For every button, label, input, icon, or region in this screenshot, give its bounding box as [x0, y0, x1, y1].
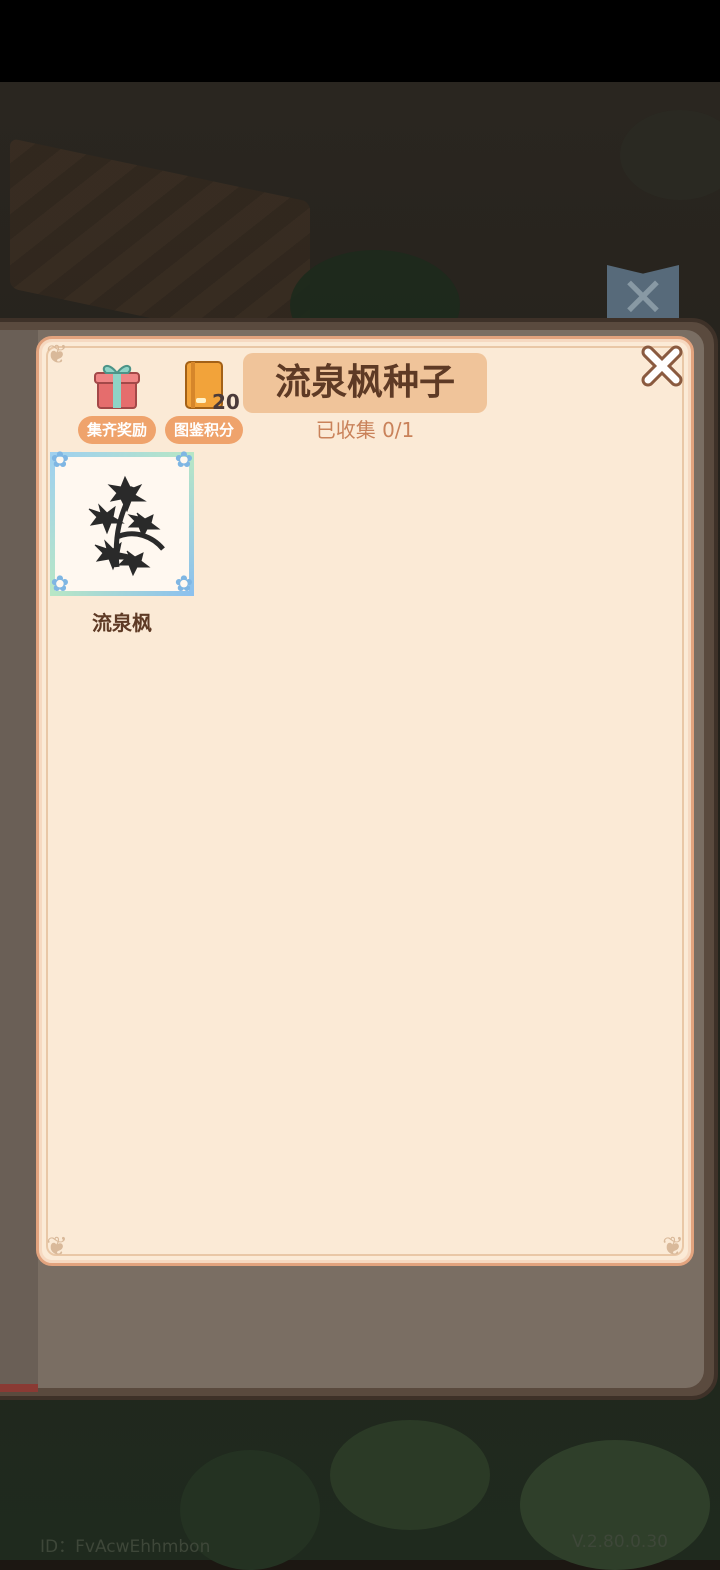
corner-ornament-icon: ❦: [46, 340, 68, 370]
corner-ornament-icon: ❦: [46, 1232, 68, 1262]
gift-icon: [94, 364, 140, 409]
collect-reward-button[interactable]: [92, 358, 142, 412]
codex-points-label[interactable]: 图鉴积分: [165, 416, 243, 444]
background-bush: [330, 1420, 490, 1530]
card-bow-icon: ✿: [174, 572, 194, 597]
status-bar: [0, 0, 720, 82]
collection-progress: 已收集 0/1: [315, 418, 415, 442]
close-button[interactable]: [640, 344, 684, 388]
book-spine: [0, 330, 38, 1388]
item-name: 流泉枫: [92, 611, 152, 635]
codex-points-value: 20: [212, 390, 240, 414]
card-bow-icon: ✿: [50, 448, 70, 473]
maple-seed-silhouette-icon: [88, 475, 165, 577]
card-bow-icon: ✿: [174, 448, 194, 473]
card-bow-icon: ✿: [50, 572, 70, 597]
codex-points-button[interactable]: 20: [182, 360, 240, 414]
page-title: 流泉枫种子: [274, 362, 455, 403]
player-id: ID：FvAcwEhhmbon: [40, 1537, 211, 1557]
book-spine-marker: [0, 1384, 38, 1392]
corner-ornament-icon: ❦: [662, 1232, 684, 1262]
version-label: V.2.80.0.30: [572, 1532, 668, 1552]
collect-reward-label[interactable]: 集齐奖励: [78, 416, 156, 444]
close-icon: [641, 345, 683, 387]
